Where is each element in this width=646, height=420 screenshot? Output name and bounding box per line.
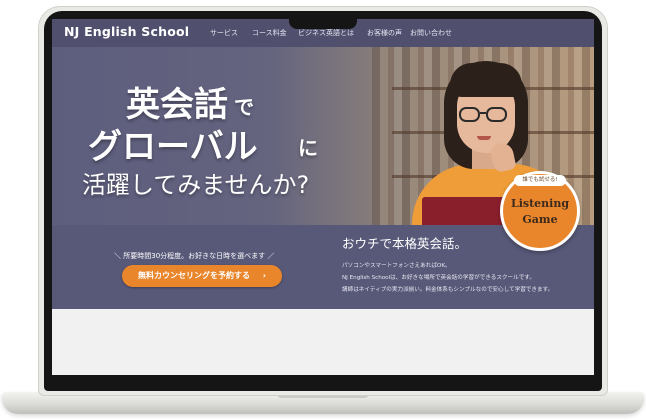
glasses-bridge (480, 112, 486, 114)
free-counseling-button-label: 無料カウンセリングを予約する (137, 271, 250, 280)
glasses-right-lens (486, 107, 507, 122)
site-logo[interactable]: NJ English School (64, 24, 189, 39)
badge-pill: 誰でも試せる! (514, 175, 566, 186)
glasses-left-lens (459, 107, 480, 122)
cta-note-text: 所要時間30分程度。お好きな日時を選べます (123, 252, 266, 260)
intro-heading: おウチで本格英会話。 (342, 236, 468, 251)
cta-note: ＼ 所要時間30分程度。お好きな日時を選べます ／ (114, 252, 275, 260)
intro-line: 講師はネイティブの実力派揃い。料金体系もシンプルなので安心して学習できます。 (342, 287, 554, 293)
woman-laptop (422, 197, 510, 225)
nav-link-testimonials[interactable]: お客様の声 (367, 28, 402, 38)
headline-line2-main: グローバル (88, 127, 258, 167)
nav-link-service[interactable]: サービス (210, 28, 238, 38)
woman-lips (477, 136, 491, 140)
nav-link-business-english[interactable]: ビジネス英語とは (298, 28, 354, 38)
intro-line: NJ English Schoolは、お好きな場所で英会話の学習ができるスクール… (342, 275, 535, 281)
headline-line3: 活躍してみませんか? (82, 171, 310, 199)
headline-line1-particle: で (234, 95, 254, 119)
intro-line: パソコンやスマートフォンさえあればOK。 (342, 263, 451, 269)
nav-link-course-price[interactable]: コース料金 (252, 28, 287, 38)
badge-line-1: Listening (510, 197, 570, 210)
free-counseling-button[interactable]: 無料カウンセリングを予約する › (122, 265, 282, 287)
camera-notch (289, 13, 357, 29)
headline-line2-particle: に (298, 136, 318, 160)
laptop-screen: NJ English School サービス コース料金 ビジネス英語とは お客… (52, 19, 594, 375)
woman-hair-top (450, 63, 522, 97)
next-section (52, 309, 594, 375)
nav-link-contact[interactable]: お問い合わせ (410, 28, 452, 38)
badge-line-2: Game (522, 213, 558, 226)
chevron-right-icon: › (262, 271, 267, 280)
